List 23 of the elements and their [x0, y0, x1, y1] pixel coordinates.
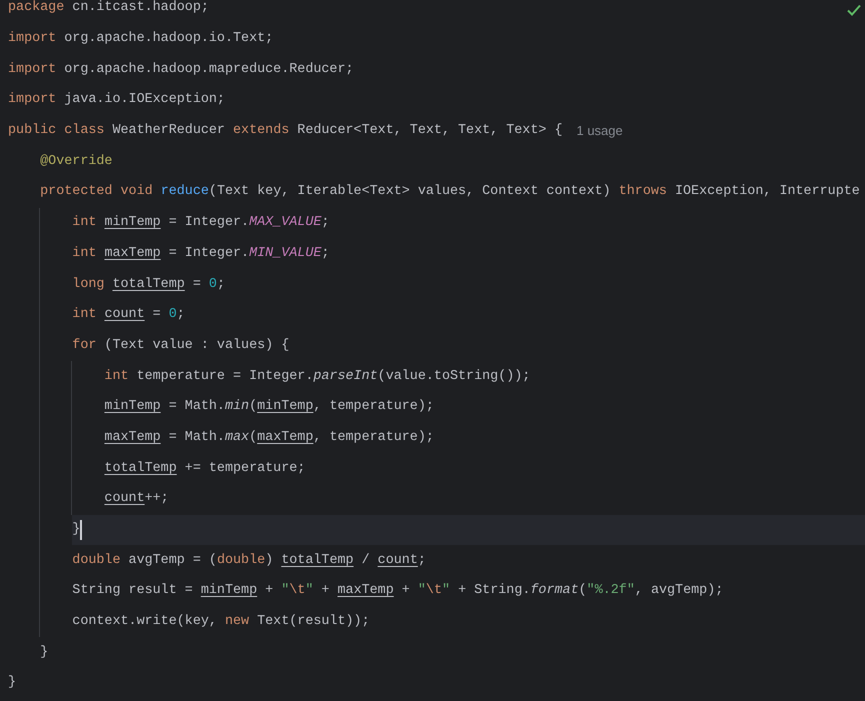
- code-line: @Override: [40, 152, 112, 171]
- code-line: package cn.itcast.hadoop;: [7, 0, 209, 18]
- code-line: int temperature = Integer.parseInt(value.toString());: [104, 368, 530, 386]
- code-line: double avgTemp = (double) totalTemp / count;: [72, 552, 426, 570]
- code-line: }: [7, 674, 16, 692]
- code-line: import java.io.IOException;: [7, 91, 225, 110]
- code-line: int minTemp = Integer.MAX_VALUE;: [72, 214, 330, 232]
- code-line: int maxTemp = Integer.MIN_VALUE;: [72, 244, 330, 263]
- code-line: long totalTemp = 0;: [72, 276, 225, 294]
- code-line: protected void reduce(Text key, Iterable<Text> values, Context context) throws IOException, Interrupte: [40, 183, 860, 202]
- check-icon: [847, 4, 861, 16]
- code-line: import org.apache.hadoop.mapreduce.Reducer;: [7, 60, 354, 79]
- code-line: int count = 0;: [72, 306, 185, 324]
- code-line: }: [40, 644, 48, 662]
- code-line: count++;: [104, 490, 169, 508]
- code-line: totalTemp += temperature;: [104, 460, 306, 478]
- code-line: context.write(key, new Text(result));: [72, 613, 370, 632]
- code-line: maxTemp = Math.max(maxTemp, temperature);: [104, 428, 434, 447]
- code-line: for (Text value : values) {: [72, 336, 290, 355]
- code-line: public class WeatherReducer extends Reducer<Text, Text, Text, Text> { 1 usage: [7, 122, 623, 140]
- code-line: import org.apache.hadoop.io.Text;: [7, 30, 274, 48]
- code-line: minTemp = Math.min(minTemp, temperature);: [104, 398, 434, 416]
- code-line: String result = minTemp + "\t" + maxTemp + "\t" + String.format("%.2f", avgTemp);: [72, 582, 724, 600]
